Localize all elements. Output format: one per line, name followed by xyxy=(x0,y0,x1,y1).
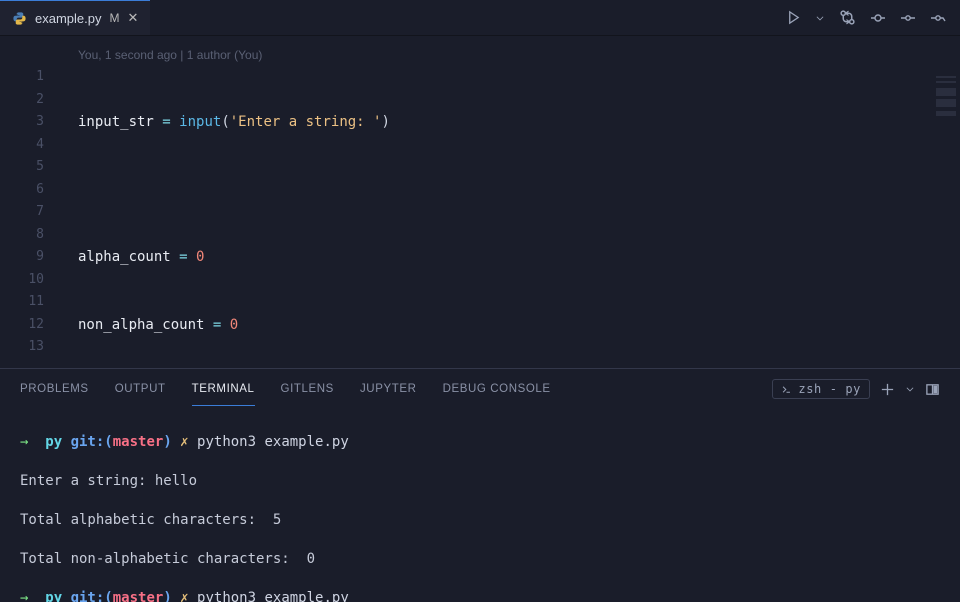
line-number: 13 xyxy=(0,336,54,359)
tab-terminal[interactable]: TERMINAL xyxy=(192,373,255,406)
shell-label: zsh - py xyxy=(798,382,861,396)
line-number: 4 xyxy=(0,134,54,157)
python-file-icon xyxy=(12,11,27,26)
panel-tabs: PROBLEMS OUTPUT TERMINAL GITLENS JUPYTER… xyxy=(0,369,960,409)
tab-close-button[interactable]: ✕ xyxy=(127,10,138,26)
tab-modified-badge: M xyxy=(109,11,119,25)
tab-debug-console[interactable]: DEBUG CONSOLE xyxy=(443,373,551,405)
bottom-panel: PROBLEMS OUTPUT TERMINAL GITLENS JUPYTER… xyxy=(0,368,960,602)
git-compare-icon[interactable] xyxy=(839,9,856,26)
run-dropdown-icon[interactable] xyxy=(815,13,825,23)
line-number: 8 xyxy=(0,224,54,247)
run-icon[interactable] xyxy=(786,10,801,25)
code-editor[interactable]: You, 1 second ago | 1 author (You) 1 2 3… xyxy=(0,36,960,368)
git-commit-icon[interactable] xyxy=(870,10,886,26)
line-number: 10 xyxy=(0,269,54,292)
tab-problems[interactable]: PROBLEMS xyxy=(20,373,89,405)
code-content[interactable]: input_str = input('Enter a string: ') al… xyxy=(60,44,960,368)
terminal-split-dropdown-icon[interactable] xyxy=(905,384,915,394)
editor-tab[interactable]: example.py M ✕ xyxy=(0,0,150,35)
terminal-shell-select[interactable]: zsh - py xyxy=(772,379,870,399)
line-number-gutter: 1 2 3 4 5 6 7 8 9 10 11 12 13 xyxy=(0,44,54,359)
line-number: 11 xyxy=(0,291,54,314)
tab-jupyter[interactable]: JUPYTER xyxy=(360,373,417,405)
gitlens-blame-annotation: You, 1 second ago | 1 author (You) xyxy=(78,44,262,67)
line-number: 6 xyxy=(0,179,54,202)
line-number: 9 xyxy=(0,246,54,269)
line-number: 2 xyxy=(0,89,54,112)
panel-actions: zsh - py xyxy=(772,379,940,399)
git-commit-alt-icon[interactable] xyxy=(900,10,916,26)
tab-filename: example.py xyxy=(35,11,101,26)
new-terminal-icon[interactable] xyxy=(880,382,895,397)
line-number: 3 xyxy=(0,111,54,134)
line-number: 5 xyxy=(0,156,54,179)
git-graph-icon[interactable] xyxy=(930,10,946,26)
tab-output[interactable]: OUTPUT xyxy=(115,373,166,405)
tab-gitlens[interactable]: GITLENS xyxy=(281,373,334,405)
tab-bar: example.py M ✕ xyxy=(0,0,960,36)
line-number: 12 xyxy=(0,314,54,337)
editor-actions xyxy=(786,0,960,35)
line-number: 7 xyxy=(0,201,54,224)
line-number: 1 xyxy=(0,66,54,89)
terminal-output[interactable]: → py git:(master) ✗ python3 example.py E… xyxy=(0,409,960,602)
split-panel-icon[interactable] xyxy=(925,382,940,397)
